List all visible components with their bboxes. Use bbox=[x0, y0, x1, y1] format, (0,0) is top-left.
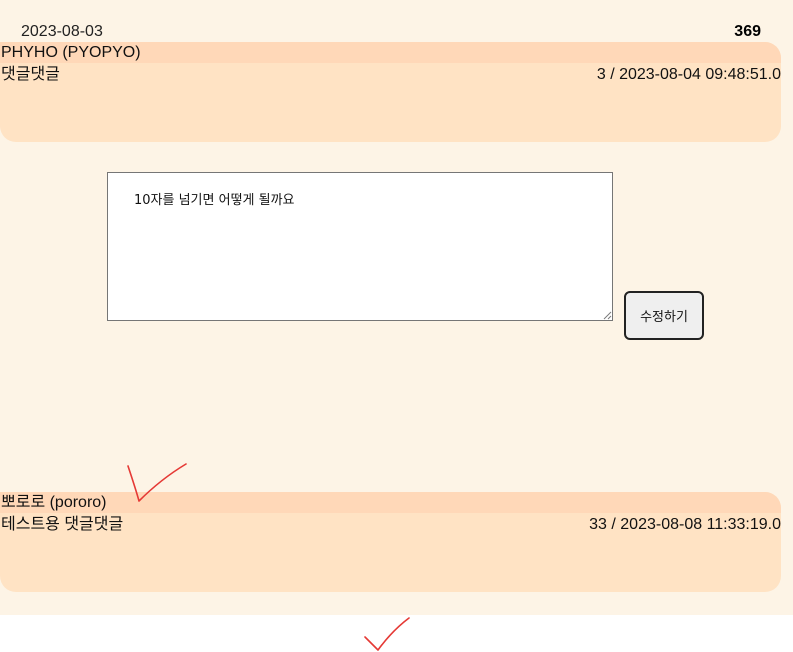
content-panel: 2023-08-03 369 PHYHO (PYOPYO) 댓글댓글 3 / 2… bbox=[0, 0, 793, 615]
post-count: 369 bbox=[734, 23, 761, 40]
comment-meta: 3 / 2023-08-04 09:48:51.0 bbox=[596, 66, 781, 83]
comment-author: PHYHO (PYOPYO) bbox=[1, 44, 141, 61]
comment-item: 뽀로로 (pororo) 테스트용 댓글댓글 33 / 2023-08-08 1… bbox=[0, 492, 781, 592]
comment-text: 테스트용 댓글댓글 bbox=[1, 516, 124, 533]
checkmark-icon bbox=[364, 617, 410, 651]
page: 2023-08-03 369 PHYHO (PYOPYO) 댓글댓글 3 / 2… bbox=[0, 0, 793, 652]
comment-edit-textarea[interactable] bbox=[107, 172, 613, 321]
comment-meta: 33 / 2023-08-08 11:33:19.0 bbox=[589, 516, 781, 533]
comment-text: 댓글댓글 bbox=[1, 66, 60, 83]
comment-author: 뽀로로 (pororo) bbox=[1, 494, 107, 511]
comment-header bbox=[0, 492, 781, 513]
comment-item: PHYHO (PYOPYO) 댓글댓글 3 / 2023-08-04 09:48… bbox=[0, 42, 781, 142]
edit-submit-button[interactable]: 수정하기 bbox=[624, 291, 704, 340]
post-date: 2023-08-03 bbox=[21, 23, 103, 40]
